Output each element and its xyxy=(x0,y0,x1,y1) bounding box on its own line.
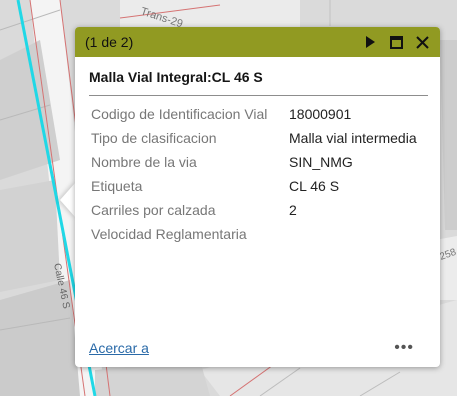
zoom-to-link[interactable]: Acercar a xyxy=(89,340,149,356)
close-button[interactable] xyxy=(412,32,432,52)
popup-feature-count: (1 de 2) xyxy=(85,34,134,50)
attribute-value: Malla vial intermedia xyxy=(289,130,417,146)
attribute-label: Tipo de clasificacion xyxy=(91,130,217,146)
attribute-label: Etiqueta xyxy=(91,178,143,194)
play-icon xyxy=(366,36,375,48)
attribute-row: Codigo de Identificacion Vial 18000901 xyxy=(91,106,428,123)
attribute-table: Codigo de Identificacion Vial 18000901 T… xyxy=(91,106,428,243)
popup-title: Malla Vial Integral:CL 46 S xyxy=(89,57,428,96)
more-options-button[interactable]: ••• xyxy=(394,339,414,357)
maximize-icon xyxy=(389,35,403,49)
maximize-button[interactable] xyxy=(386,32,406,52)
attribute-row: Etiqueta CL 46 S xyxy=(91,178,428,195)
attribute-value xyxy=(289,226,428,243)
attribute-value: SIN_NMG xyxy=(289,154,353,170)
attribute-value: 2 xyxy=(289,202,297,218)
attribute-row: Nombre de la via SIN_NMG xyxy=(91,154,428,171)
popup-pointer xyxy=(60,182,76,218)
next-feature-button[interactable] xyxy=(360,32,380,52)
close-icon xyxy=(415,35,429,49)
popup-header: (1 de 2) xyxy=(75,27,440,57)
attribute-row: Tipo de clasificacion Malla vial interme… xyxy=(91,130,428,147)
attribute-label: Carriles por calzada xyxy=(91,202,216,218)
attribute-label: Velocidad Reglamentaria xyxy=(91,226,247,242)
attribute-label: Nombre de la via xyxy=(91,154,197,170)
attribute-row: Velocidad Reglamentaria xyxy=(91,226,428,243)
feature-popup: (1 de 2) Malla Vial Integral:CL 46 S Cod… xyxy=(75,27,440,367)
attribute-row: Carriles por calzada 2 xyxy=(91,202,428,219)
attribute-label: Codigo de Identificacion Vial xyxy=(91,106,268,122)
attribute-value: 18000901 xyxy=(289,106,352,122)
attribute-value: CL 46 S xyxy=(289,178,340,194)
popup-footer: Acercar a ••• xyxy=(89,339,414,357)
